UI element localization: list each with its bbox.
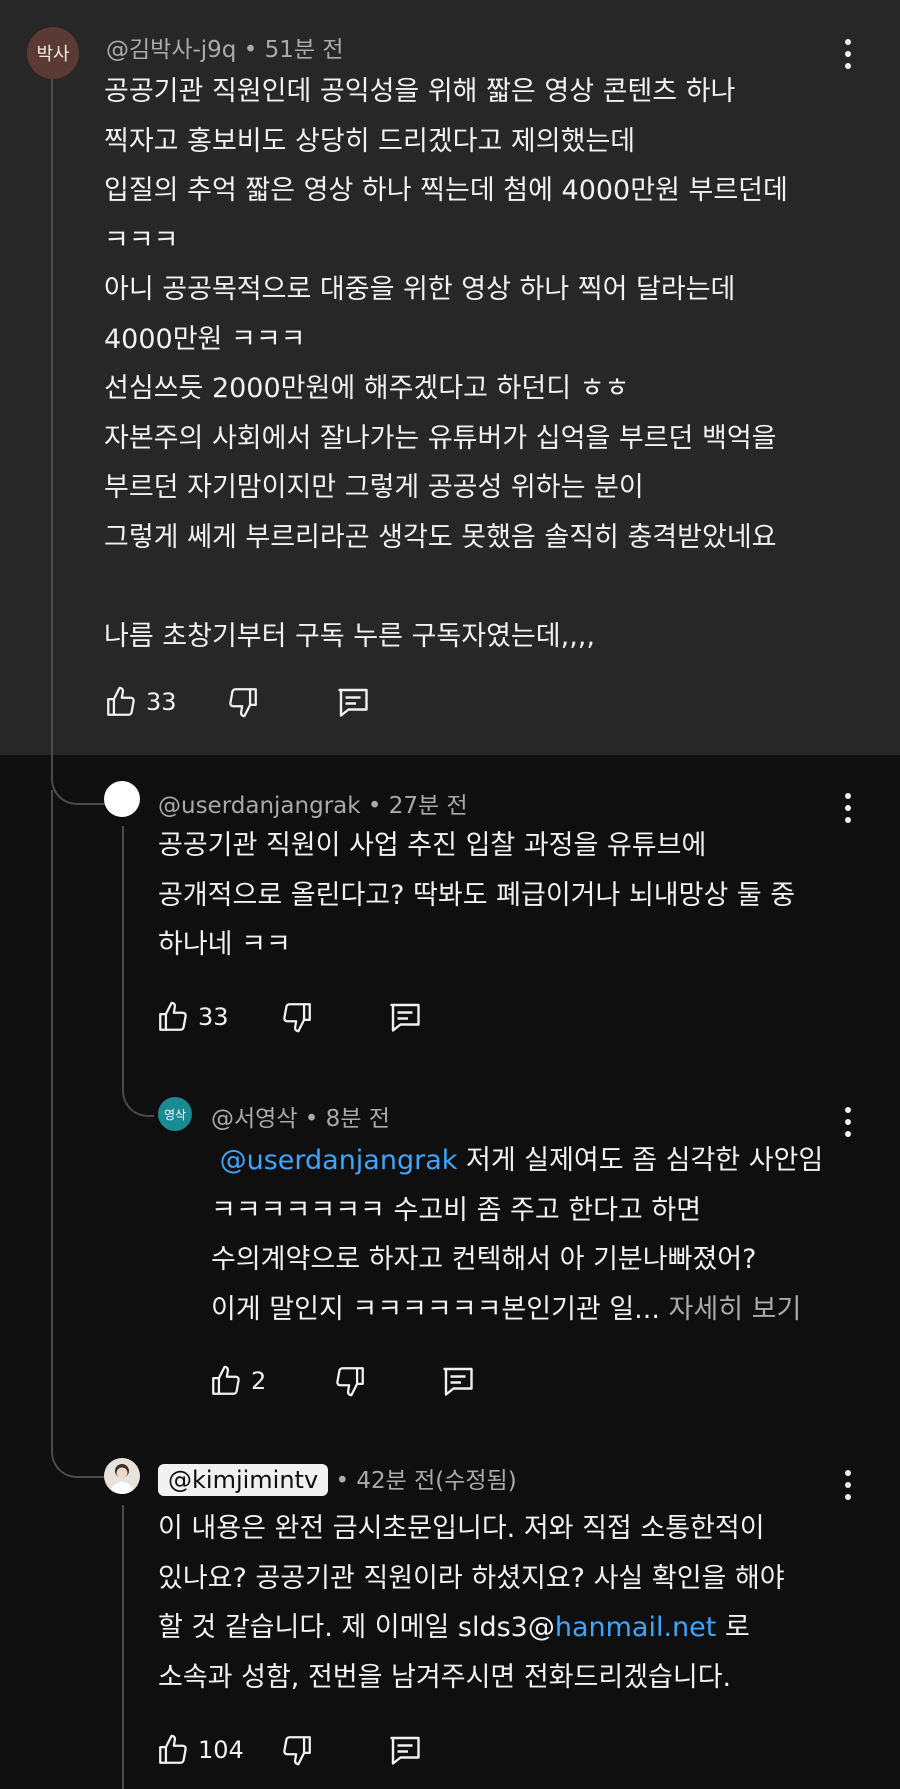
comment-text: 공공기관 직원인데 공익성을 위해 짧은 영상 콘텐츠 하나 찍자고 홍보비도 … [104, 67, 788, 661]
comment-line [104, 562, 788, 612]
reply-icon [390, 1736, 420, 1765]
mention-link[interactable]: @userdanjangrak [220, 1145, 458, 1176]
comment-actions: 33 [156, 995, 456, 1039]
comment-actions: 2 [209, 1359, 489, 1403]
thread-connector-3 [51, 1430, 109, 1478]
timestamp: • 51분 전 [243, 37, 344, 63]
like-button[interactable]: 33 [156, 995, 229, 1039]
comment-line-text: 저게 실제여도 좀 심각한 사안임 [457, 1145, 824, 1176]
reply-icon [443, 1367, 473, 1396]
comment-line: 이게 말인지 ㅋㅋㅋㅋㅋㅋ본인기관 일... 자세히 보기 [211, 1285, 823, 1335]
timestamp: • 42분 전(수정됨) [335, 1468, 517, 1494]
reply-button[interactable] [386, 995, 424, 1039]
thumb-up-icon [212, 1365, 240, 1395]
comment-line: 아니 공공목적으로 대중을 위한 영상 하나 찍어 달라는데 [104, 274, 736, 305]
comment-line: 공개적으로 올린다고? 딱봐도 폐급이거나 뇌내망상 둘 중 [158, 879, 796, 911]
comment-actions: 104 [156, 1728, 456, 1772]
reply-button[interactable] [334, 680, 372, 724]
like-count: 33 [146, 688, 177, 716]
thumb-up-icon [159, 1001, 187, 1031]
timestamp: • 8분 전 [304, 1106, 390, 1132]
comment-line: 소속과 성함, 전번을 남겨주시면 전화드리겠습니다. [158, 1661, 732, 1693]
thumb-down-icon [336, 1367, 364, 1397]
comment-text: @userdanjangrak 저게 실제여도 좀 심각한 사안임 ㅋㅋㅋㅋㅋㅋ… [211, 1136, 823, 1334]
comment-line: 공공기관 직원인데 공익성을 위해 짧은 영상 콘텐츠 하나 [104, 76, 736, 107]
avatar[interactable] [104, 1458, 140, 1494]
email-link[interactable]: hanmail.net [555, 1612, 717, 1643]
dislike-button[interactable] [280, 995, 314, 1039]
thumb-down-icon [283, 1736, 311, 1766]
comment-line: 입질의 추억 짧은 영상 하나 찍는데 첨에 4000만원 부르던데 [104, 175, 788, 206]
more-vert-icon[interactable] [833, 1465, 863, 1505]
thread-line-main-2 [51, 790, 53, 1430]
comment-line: 이 내용은 완전 금시초문입니다. 저와 직접 소통한적이 [158, 1513, 765, 1544]
comment-meta: @kimjimintv • 42분 전(수정됨) [158, 1461, 517, 1496]
comment-line: 부르던 자기맘이지만 그렇게 공공성 위하는 분이 [104, 472, 644, 503]
avatar[interactable] [104, 781, 140, 817]
thread-line-main [51, 72, 53, 762]
comment-line: 나름 초창기부터 구독 누른 구독자였는데,,,, [104, 620, 595, 652]
comment-line: ㅋㅋㅋ [104, 224, 179, 256]
person-icon [110, 1464, 134, 1494]
reply-button[interactable] [439, 1359, 477, 1403]
comment-line: 수의계약으로 하자고 컨텍해서 아 기분나빠졌어? [211, 1244, 757, 1275]
timestamp: • 27분 전 [367, 793, 468, 819]
reply-icon [390, 1003, 420, 1032]
comment-line-text: 할 것 같습니다. 제 이메일 slds3@ [158, 1612, 555, 1643]
comment-line: 선심쓰듯 2000만원에 해주겠다고 하던디 ㅎㅎ [104, 373, 630, 404]
more-vert-icon[interactable] [833, 788, 863, 828]
thread-line-reply-2 [122, 1505, 124, 1789]
read-more-link[interactable]: 자세히 보기 [669, 1294, 802, 1325]
thread-connector-2 [122, 1075, 154, 1117]
author-handle[interactable]: @김박사-j9q [106, 37, 236, 63]
avatar-text: 영삭 [163, 1107, 187, 1122]
thumb-up-icon [107, 686, 135, 716]
comment-line: 자본주의 사회에서 잘나가는 유튜버가 십억을 부르던 백억을 [104, 422, 777, 454]
more-vert-icon[interactable] [833, 1102, 863, 1142]
dislike-button[interactable] [280, 1728, 314, 1772]
comment-line-text: 이게 말인지 ㅋㅋㅋㅋㅋㅋ본인기관 일... [211, 1293, 660, 1325]
comment-line: @userdanjangrak 저게 실제여도 좀 심각한 사안임 [211, 1136, 824, 1186]
comment-meta: @userdanjangrak • 27분 전 [158, 786, 468, 820]
like-button[interactable]: 33 [104, 680, 177, 724]
comment-line: 하나네 ㅋㅋ [158, 929, 291, 960]
comment-meta: @김박사-j9q • 51분 전 [106, 30, 344, 64]
author-handle[interactable]: @userdanjangrak [158, 793, 361, 819]
avatar[interactable]: 박사 [27, 27, 79, 79]
dislike-button[interactable] [226, 680, 260, 724]
comment-line: 찍자고 홍보비도 상당히 드리겠다고 제의했는데 [104, 125, 636, 157]
reply-icon [338, 688, 368, 717]
comment-line: 그렇게 쎄게 부르리라곤 생각도 못했음 솔직히 충격받았네요 [104, 521, 777, 553]
author-handle[interactable]: @서영삭 [211, 1106, 297, 1132]
dislike-button[interactable] [333, 1359, 367, 1403]
like-count: 33 [198, 1003, 229, 1031]
like-button[interactable]: 104 [156, 1728, 244, 1772]
comment-line: ㅋㅋㅋㅋㅋㅋㅋ 수고비 좀 주고 한다고 하면 [211, 1194, 702, 1226]
creator-handle-badge[interactable]: @kimjimintv [158, 1464, 329, 1496]
thread-connector-1 [51, 755, 109, 805]
comment-meta: @서영삭 • 8분 전 [211, 1099, 390, 1133]
comment-text: 이 내용은 완전 금시초문입니다. 저와 직접 소통한적이 있나요? 공공기관 … [158, 1504, 785, 1702]
avatar[interactable]: 영삭 [158, 1097, 192, 1131]
like-count: 2 [251, 1367, 267, 1395]
thumb-up-icon [159, 1734, 187, 1764]
comment-actions: 33 [104, 680, 404, 724]
comment-line-text: 로 [716, 1612, 750, 1643]
comment-line: 공공기관 직원이 사업 추진 입찰 과정을 유튜브에 [158, 830, 707, 861]
comment-text: 공공기관 직원이 사업 추진 입찰 과정을 유튜브에 공개적으로 올린다고? 딱… [158, 821, 795, 970]
like-button[interactable]: 2 [209, 1359, 266, 1403]
comment-line: 있나요? 공공기관 직원이라 하셨지요? 사실 확인을 해야 [158, 1562, 785, 1594]
comment-line: 4000만원 ㅋㅋㅋ [104, 323, 306, 355]
comment-line: 할 것 같습니다. 제 이메일 slds3@hanmail.net 로 [158, 1603, 785, 1653]
thumb-down-icon [229, 688, 257, 718]
thread-line-reply [122, 826, 124, 1086]
avatar-text: 박사 [36, 44, 70, 65]
more-vert-icon[interactable] [833, 34, 863, 74]
thumb-down-icon [283, 1003, 311, 1033]
like-count: 104 [198, 1736, 244, 1764]
reply-button[interactable] [386, 1728, 424, 1772]
